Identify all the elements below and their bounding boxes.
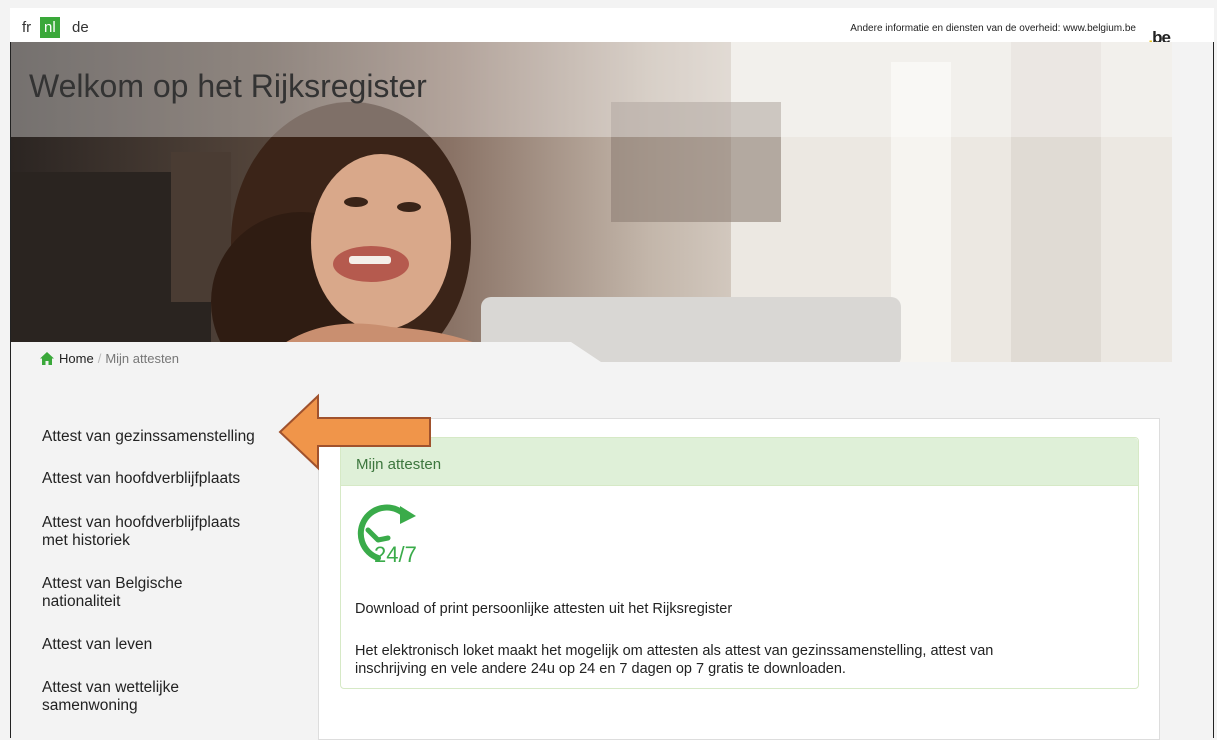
hero-banner: Welkom op het Rijksregister <box>11 42 1172 362</box>
breadcrumb: Home / Mijn attesten <box>40 351 179 368</box>
sidebar-item-label: Attest van hoofdverblijfplaats <box>42 514 241 531</box>
panel-intro: Download of print persoonlijke attesten … <box>355 601 733 617</box>
sidebar-item-hoofdverblijfplaats[interactable]: Attest van hoofdverblijfplaats <box>42 470 302 488</box>
breadcrumb-current: Mijn attesten <box>105 351 180 366</box>
sidebar-item-label-line2: met historiek <box>42 532 130 549</box>
sidebar-item-gezinssamenstelling[interactable]: Attest van gezinssamenstelling <box>42 428 302 446</box>
lang-nl-link[interactable]: nl <box>40 17 60 38</box>
sidebar-item-label: Attest van Belgische <box>42 575 183 592</box>
sidebar-item-wettelijke-samenwoning[interactable]: Attest van wettelijke samenwoning <box>42 679 302 715</box>
page-title: Welkom op het Rijksregister <box>29 68 427 104</box>
sidebar-item-label: Attest van wettelijke <box>42 679 179 696</box>
sidebar-item-nationaliteit[interactable]: Attest van Belgische nationaliteit <box>42 575 302 611</box>
sidebar-item-label: Attest van leven <box>42 636 153 653</box>
panel-description-line2: inschrijving en vele andere 24u op 24 en… <box>355 661 846 677</box>
sidebar-item-label-line2: samenwoning <box>42 697 138 714</box>
sidebar-item-leven[interactable]: Attest van leven <box>42 636 302 654</box>
lang-fr-link[interactable]: fr <box>18 17 35 38</box>
icon-247-text: 24/7 <box>374 542 417 564</box>
top-bar: fr nl de Andere informatie en diensten v… <box>10 8 1214 47</box>
sidebar-item-label: Attest van gezinssamenstelling <box>42 428 255 445</box>
other-info-link[interactable]: Andere informatie en diensten van de ove… <box>850 23 1136 34</box>
clock-247-icon: 24/7 <box>357 504 417 564</box>
panel-heading: Mijn attesten <box>341 438 1138 486</box>
home-icon[interactable] <box>40 352 54 368</box>
sidebar-item-hoofdverblijfplaats-historiek[interactable]: Attest van hoofdverblijfplaats met histo… <box>42 514 302 550</box>
sidebar-item-label-line2: nationaliteit <box>42 593 121 610</box>
sidebar-item-label: Attest van hoofdverblijfplaats <box>42 470 241 487</box>
panel-description-line1: Het elektronisch loket maakt het mogelij… <box>355 643 994 659</box>
breadcrumb-home-link[interactable]: Home <box>59 351 94 366</box>
attesten-panel: Mijn attesten 24/7 Download of print per… <box>340 437 1139 689</box>
orange-arrow-annotation <box>278 393 431 471</box>
lang-de-link[interactable]: de <box>68 17 93 38</box>
breadcrumb-separator: / <box>97 351 102 366</box>
